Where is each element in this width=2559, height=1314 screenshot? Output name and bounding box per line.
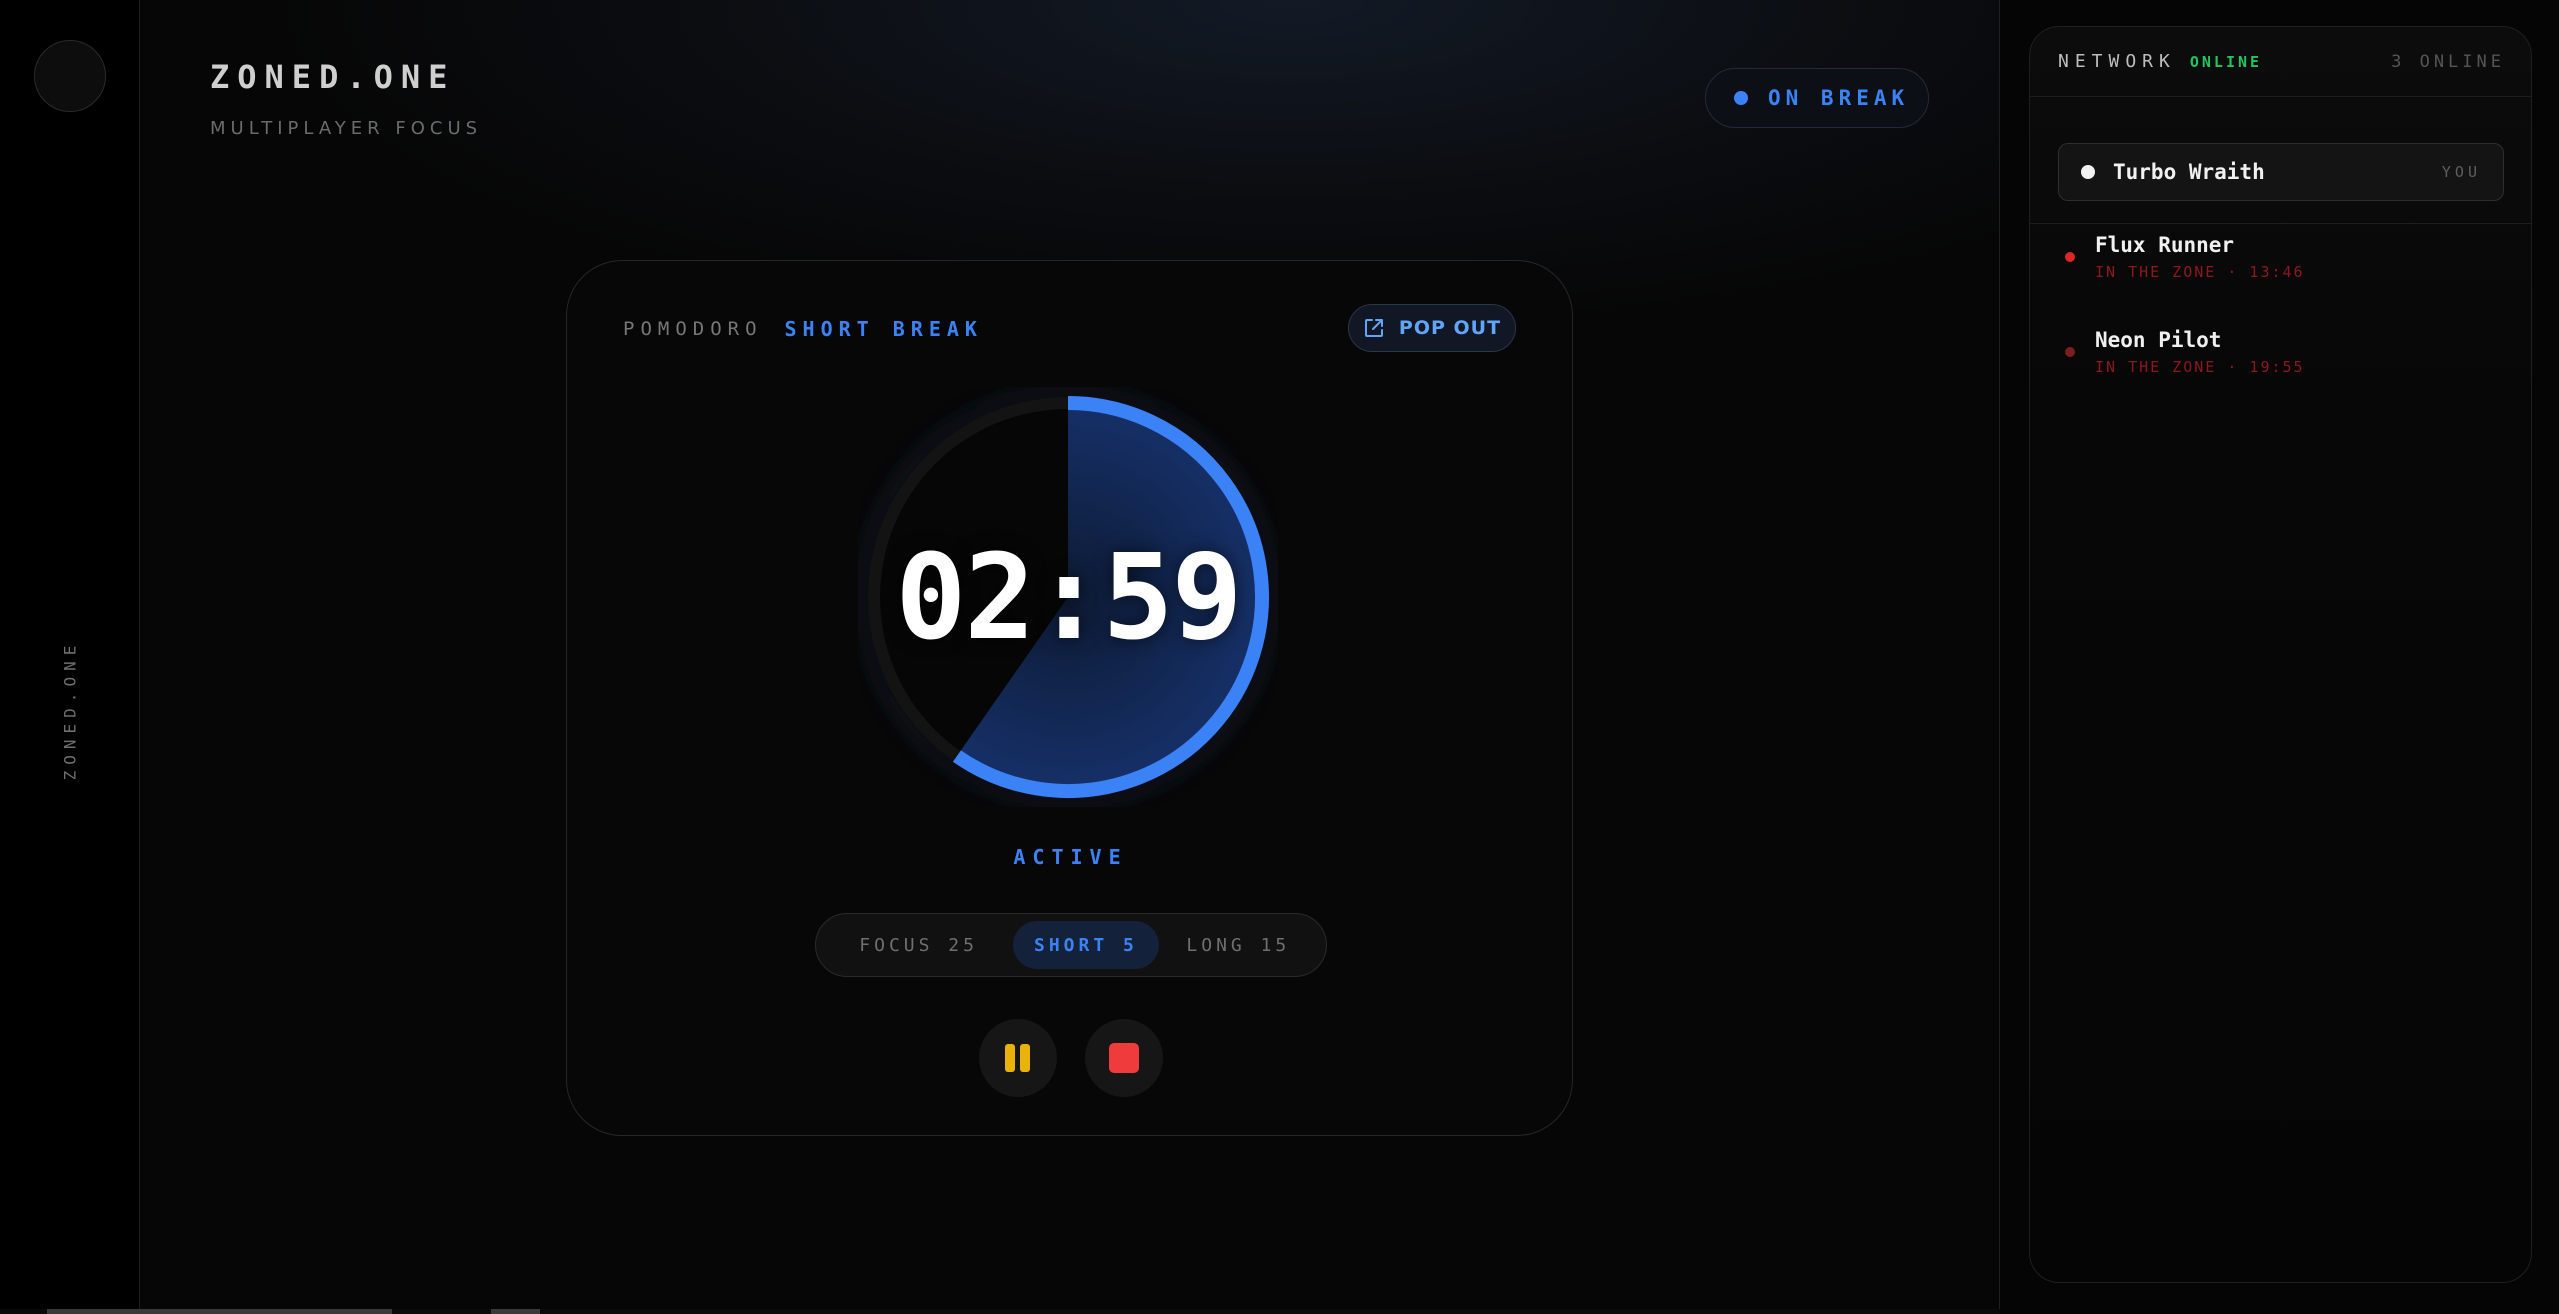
list-item[interactable]: Flux Runner IN THE ZONE · 13:46 (2058, 229, 2504, 285)
network-sidebar: NETWORK ONLINE 3 ONLINE Turbo Wraith YOU… (2001, 0, 2559, 1314)
self-user-name: Turbo Wraith (2113, 160, 2265, 184)
horizontal-scrollbar[interactable] (0, 1309, 2000, 1314)
time-display: 02:59 (895, 528, 1242, 666)
mode-value: SHORT BREAK (784, 317, 983, 341)
network-title: NETWORK ONLINE (2058, 51, 2262, 72)
duration-selector: FOCUS 25 SHORT 5 LONG 15 (815, 913, 1327, 977)
app-subtitle: MULTIPLAYER FOCUS (210, 118, 483, 139)
network-header: NETWORK ONLINE 3 ONLINE (2030, 27, 2531, 97)
timer-mode: POMODORO SHORT BREAK (623, 317, 983, 341)
stop-button[interactable] (1084, 1019, 1163, 1097)
peer-presence-dot-icon (2065, 252, 2075, 262)
app-title: ZONED.ONE (210, 58, 456, 96)
peer-name: Flux Runner (2095, 233, 2235, 257)
timer-controls (567, 1019, 1574, 1097)
segment-short[interactable]: SHORT 5 (1013, 921, 1159, 969)
self-section: Turbo Wraith YOU (2030, 98, 2531, 224)
pause-icon (1005, 1044, 1030, 1072)
network-status: ONLINE (2189, 52, 2263, 71)
list-item[interactable]: Neon Pilot IN THE ZONE · 19:55 (2058, 324, 2504, 380)
timer-dial: 02:59 (858, 387, 1278, 807)
online-count: 3 ONLINE (2391, 51, 2505, 72)
self-user-card[interactable]: Turbo Wraith YOU (2058, 143, 2504, 201)
timer-state: ACTIVE (1013, 845, 1128, 869)
peer-status: IN THE ZONE · 13:46 (2095, 263, 2305, 281)
external-link-icon (1364, 319, 1383, 337)
user-avatar[interactable] (34, 40, 106, 112)
status-text: ON BREAK (1768, 86, 1910, 110)
stop-icon (1108, 1043, 1139, 1073)
main-area: ZONED.ONE MULTIPLAYER FOCUS ON BREAK POM… (141, 0, 2000, 1314)
peer-presence-dot-icon (2065, 347, 2075, 357)
self-presence-dot-icon (2081, 165, 2095, 179)
rail-brand-label: ZONED.ONE (60, 639, 80, 781)
peer-name: Neon Pilot (2095, 328, 2222, 352)
left-rail: ZONED.ONE (0, 0, 140, 1314)
peer-status: IN THE ZONE · 19:55 (2095, 358, 2305, 376)
pop-out-label: POP OUT (1398, 317, 1502, 339)
self-tag: YOU (2441, 163, 2481, 181)
segment-focus[interactable]: FOCUS 25 (824, 921, 1013, 969)
network-label: NETWORK (2058, 51, 2176, 72)
status-dot-icon (1734, 91, 1748, 105)
mode-label: POMODORO (623, 318, 763, 340)
app-root: ZONED.ONE ZONED.ONE MULTIPLAYER FOCUS ON… (0, 0, 2559, 1314)
pause-button[interactable] (978, 1019, 1057, 1097)
scrollbar-thumb-secondary[interactable] (491, 1309, 540, 1314)
scrollbar-thumb[interactable] (47, 1309, 392, 1314)
status-badge: ON BREAK (1705, 68, 1929, 128)
network-panel: NETWORK ONLINE 3 ONLINE Turbo Wraith YOU… (2029, 26, 2532, 1283)
segment-long[interactable]: LONG 15 (1159, 921, 1318, 969)
timer-card: POMODORO SHORT BREAK POP OUT 02:59 ACTIV… (566, 260, 1573, 1136)
pop-out-button[interactable]: POP OUT (1348, 304, 1516, 352)
